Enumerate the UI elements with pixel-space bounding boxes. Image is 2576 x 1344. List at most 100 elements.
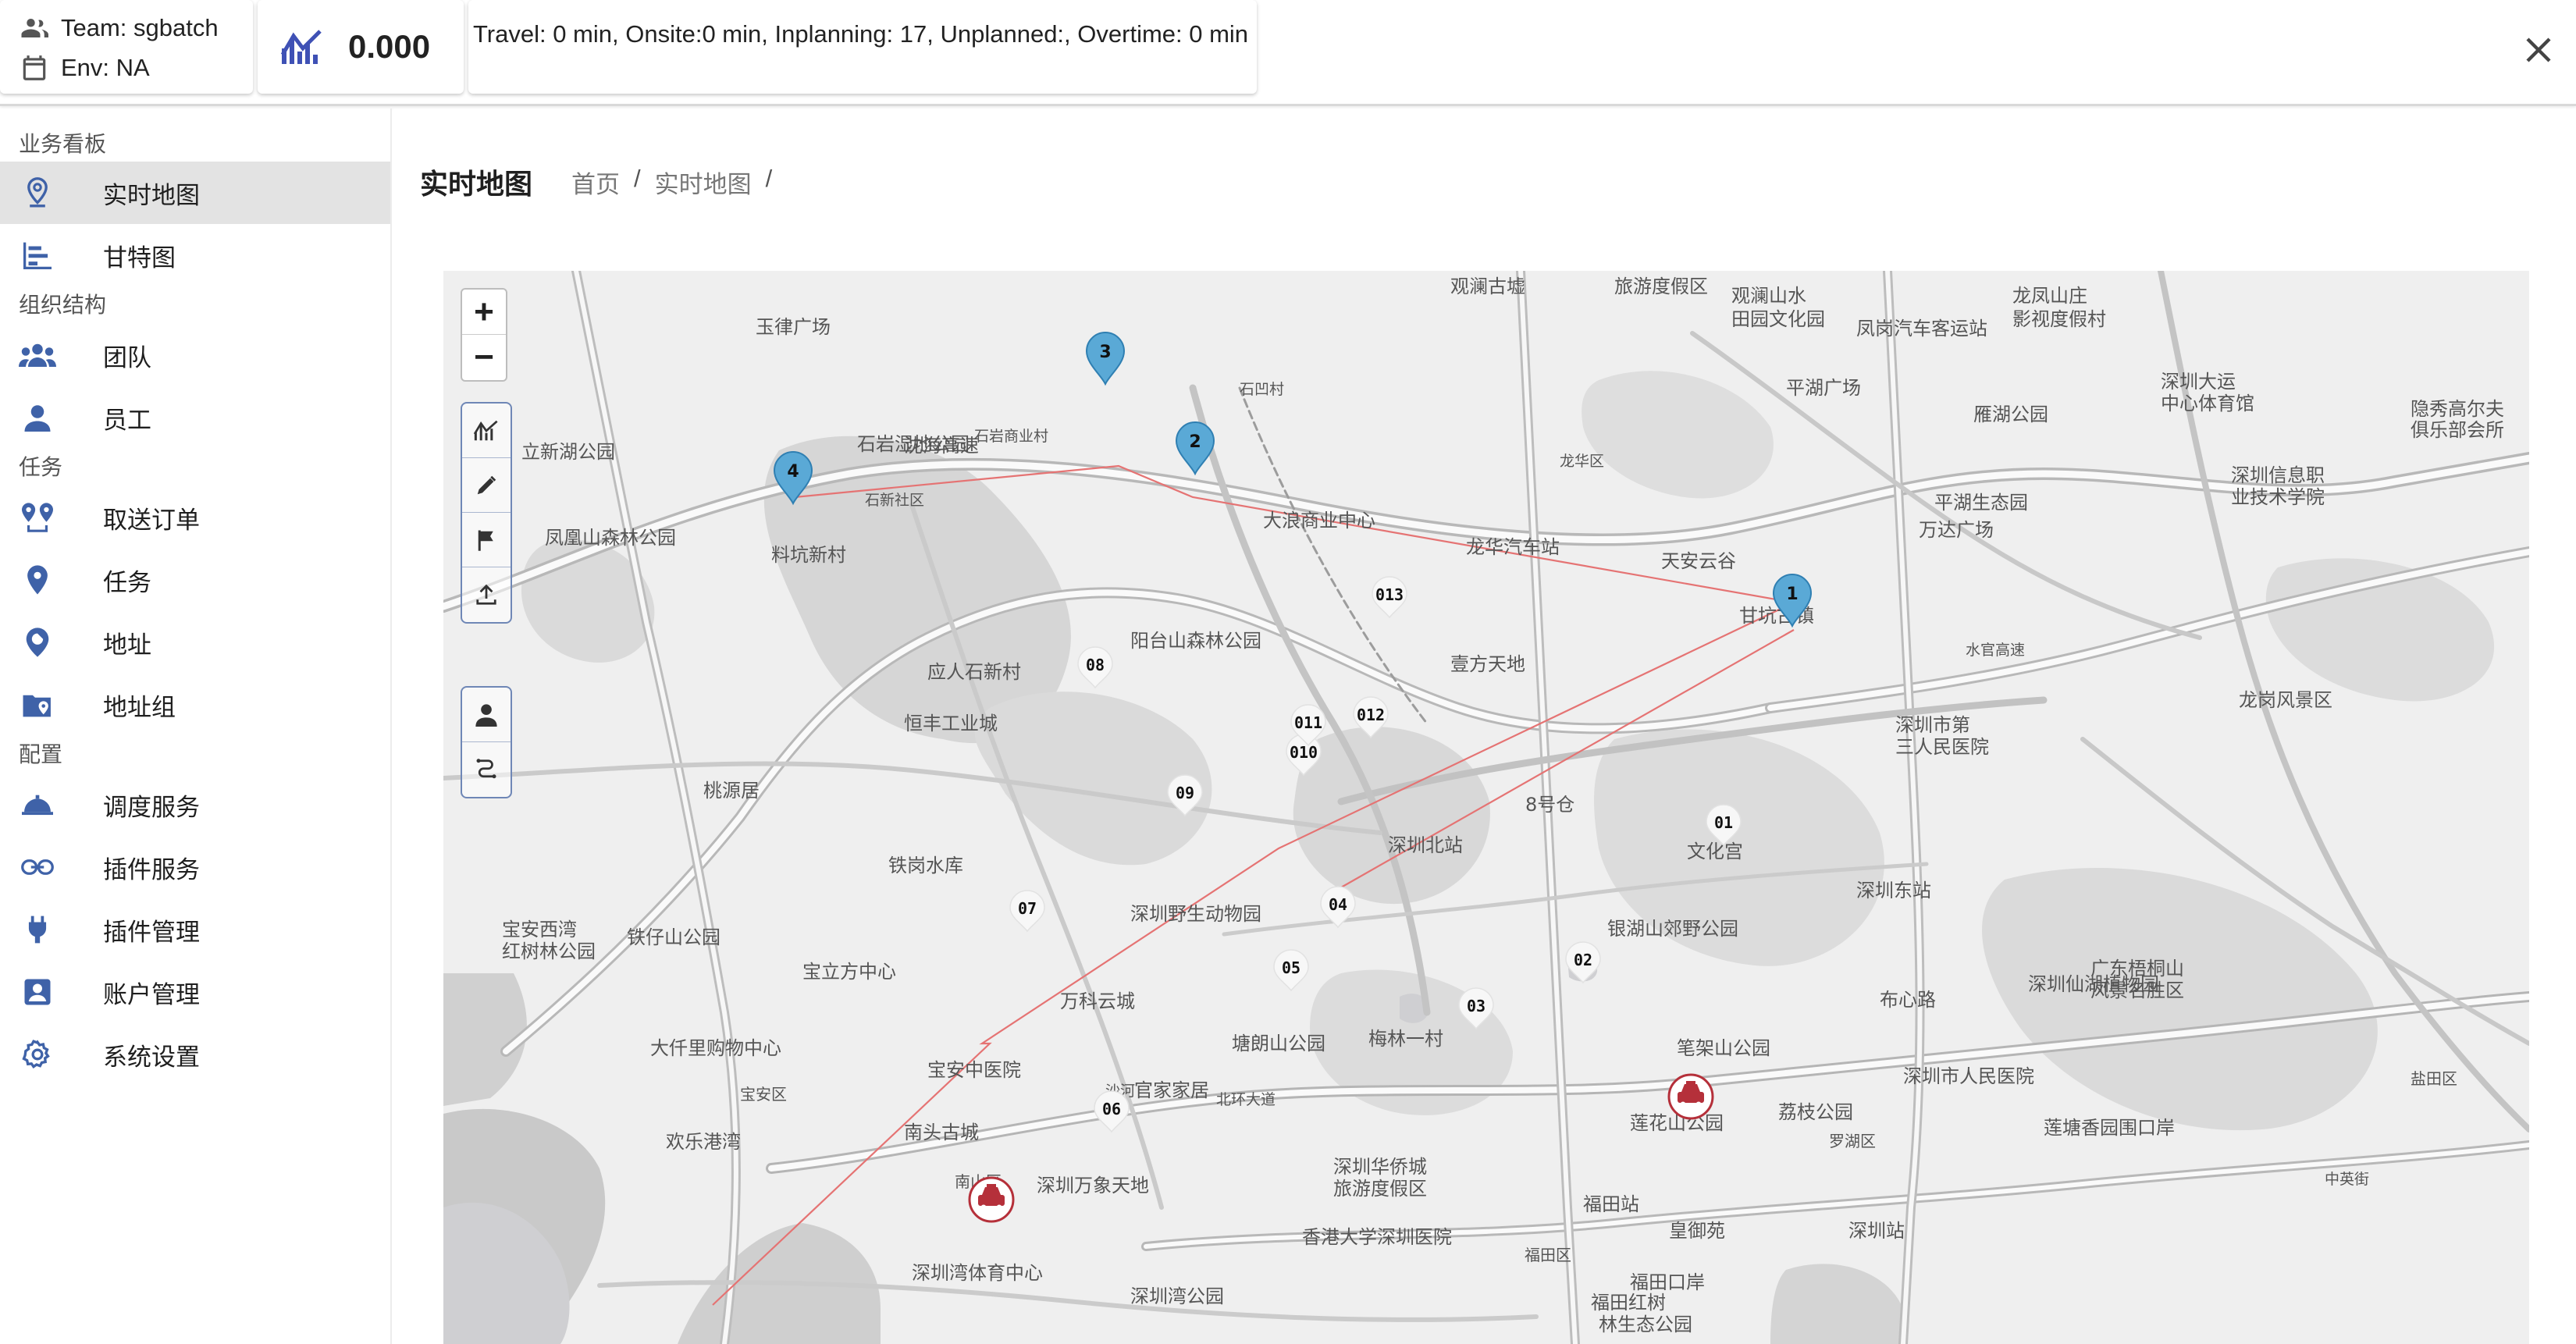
stats-text: Travel: 0 min, Onsite:0 min, Inplanning:… <box>473 20 1249 48</box>
sidebar-item-label: 员工 <box>103 406 151 434</box>
sidebar-item-task[interactable]: 任务 <box>0 549 390 611</box>
breadcrumb: 首页 / 实时地图 / <box>571 165 772 200</box>
sidebar-item-label: 地址 <box>103 631 151 659</box>
route-pins-icon <box>19 499 56 536</box>
breadcrumb-home[interactable]: 首页 <box>571 165 620 200</box>
map-place-label: 银湖山郊野公园 <box>1607 918 1738 940</box>
sidebar-item-address-group[interactable]: 地址组 <box>0 674 390 736</box>
task-marker-label: 08 <box>1086 656 1105 674</box>
map-place-label: 宝立方中心 <box>802 961 896 983</box>
zoom-in-button[interactable]: + <box>462 290 506 335</box>
map-place-label: 阳台山森林公园 <box>1130 630 1261 652</box>
team-info: Team: sgbatch <box>19 14 219 42</box>
map-place-label: 观澜山水 <box>1731 285 1806 307</box>
breadcrumb-separator: / <box>765 165 773 192</box>
breadcrumb-current[interactable]: 实时地图 <box>655 165 752 200</box>
map-place-label: 南头古城 <box>904 1122 979 1143</box>
map-place-label: 立新湖公园 <box>521 441 615 463</box>
vehicle-icon[interactable] <box>1667 1073 1714 1120</box>
map-place-label: 石新社区 <box>865 492 924 509</box>
link-icon <box>19 848 56 886</box>
person-tool-button[interactable] <box>462 688 511 742</box>
sidebar-item-label: 实时地图 <box>103 181 200 209</box>
map-place-label: 文化宫 <box>1687 841 1743 862</box>
map-place-label: 恒丰工业城 <box>904 713 998 734</box>
person-icon <box>19 399 56 436</box>
flag-tool-button[interactable] <box>462 513 511 567</box>
vehicle-icon[interactable] <box>968 1176 1015 1223</box>
map-place-label: 深圳市第 <box>1895 714 1970 736</box>
sidebar-item-dispatch-service[interactable]: 调度服务 <box>0 773 390 836</box>
sidebar-item-label: 任务 <box>103 568 151 596</box>
map-place-label: 龙华汽车站 <box>1466 536 1560 558</box>
map-place-label: 深圳湾公园 <box>1130 1285 1224 1307</box>
breadcrumb-separator: / <box>634 165 641 192</box>
map-place-label: 大浪商业中心 <box>1263 510 1375 532</box>
pencil-icon <box>477 475 496 494</box>
kpi-chart-icon <box>280 30 322 64</box>
map-place-label: 莲塘香园围口岸 <box>2044 1117 2175 1139</box>
sidebar-item-label: 取送订单 <box>103 506 200 534</box>
flag-icon <box>478 530 493 551</box>
sidebar-item-plugin-management[interactable]: 插件管理 <box>0 898 390 961</box>
stats-tool-button[interactable] <box>462 404 511 458</box>
map-place-label: 福田口岸 <box>1630 1271 1705 1293</box>
map-place-label: 万达广场 <box>1919 519 1994 541</box>
task-marker-label: 04 <box>1329 895 1347 914</box>
map-place-label: 深圳野生动物园 <box>1130 903 1261 925</box>
map-place-label: 深圳北站 <box>1388 834 1463 856</box>
sidebar-item-team[interactable]: 团队 <box>0 324 390 386</box>
zoom-out-button[interactable]: − <box>462 335 506 380</box>
sidebar-item-pickup-orders[interactable]: 取送订单 <box>0 486 390 549</box>
sidebar: 业务看板 实时地图 甘特图 组织结构 团队 员工 任务 取送订单 任务 地址 地… <box>0 108 392 1344</box>
map-place-label: 沈海高速 <box>904 435 979 457</box>
upload-tool-button[interactable] <box>462 567 511 622</box>
gear-icon <box>19 1036 56 1073</box>
map-place-label: 莲花山公园 <box>1630 1112 1724 1134</box>
realtime-map[interactable]: 观澜古墟 旅游度假区 观澜山水 田园文化园 凤岗汽车客运站 龙凤山庄 影视度假村 玉律广场 石岩… <box>443 271 2529 1344</box>
env-info: Env: NA <box>19 53 150 83</box>
map-place-label: 风景名胜区 <box>2090 980 2184 1001</box>
sidebar-item-employee[interactable]: 员工 <box>0 386 390 449</box>
route-stop-label: 2 <box>1189 432 1201 452</box>
map-place-label: 田园文化园 <box>1731 308 1825 330</box>
zoom-control: + − <box>461 288 507 382</box>
route-stop-label: 3 <box>1099 343 1111 362</box>
map-place-label: 雁湖公园 <box>1973 404 2048 425</box>
cloche-icon <box>19 786 56 823</box>
team-icon <box>21 19 48 37</box>
map-place-label: 宝安西湾 <box>502 919 577 940</box>
map-pin-icon <box>19 174 56 212</box>
sidebar-item-gantt[interactable]: 甘特图 <box>0 224 390 286</box>
map-place-label: 石凹村 <box>1240 381 1284 398</box>
sidebar-item-plugin-service[interactable]: 插件服务 <box>0 836 390 898</box>
map-place-label: 凤凰山森林公园 <box>545 527 676 549</box>
map-place-label: 宝安中医院 <box>927 1059 1021 1081</box>
map-place-label: 欢乐港湾 <box>666 1131 741 1153</box>
upload-icon <box>476 584 496 605</box>
map-place-label: 广东梧桐山 <box>2090 958 2184 980</box>
task-marker-label: 03 <box>1467 997 1485 1015</box>
sidebar-item-account-management[interactable]: 账户管理 <box>0 961 390 1023</box>
map-place-label: 影视度假村 <box>2012 308 2106 330</box>
sidebar-item-realtime-map[interactable]: 实时地图 <box>0 162 390 224</box>
close-icon[interactable] <box>2520 31 2557 69</box>
map-place-label: 俱乐部会所 <box>2411 419 2504 441</box>
address-pin-icon <box>19 624 56 661</box>
map-canvas[interactable]: 观澜古墟 旅游度假区 观澜山水田园文化园 凤岗汽车客运站龙凤山庄影视度假村玉律广场石岩… <box>443 271 2529 1344</box>
task-marker-label: 02 <box>1574 951 1592 969</box>
map-place-label: 壹方天地 <box>1450 653 1525 675</box>
task-marker-label: 07 <box>1018 899 1037 918</box>
plug-icon <box>19 911 56 948</box>
route-stop-label: 4 <box>787 462 799 482</box>
team-icon <box>19 336 56 374</box>
draw-tool-button[interactable] <box>462 458 511 513</box>
task-marker-label: 013 <box>1375 585 1404 604</box>
route-tool-button[interactable] <box>462 742 511 797</box>
map-place-label: 龙凤山庄 <box>2012 285 2087 307</box>
sidebar-item-address[interactable]: 地址 <box>0 611 390 674</box>
stats-card: Travel: 0 min, Onsite:0 min, Inplanning:… <box>468 0 1257 94</box>
map-place-label: 旅游度假区 <box>1333 1178 1427 1200</box>
sidebar-item-system-settings[interactable]: 系统设置 <box>0 1023 390 1086</box>
person-icon <box>475 703 497 727</box>
